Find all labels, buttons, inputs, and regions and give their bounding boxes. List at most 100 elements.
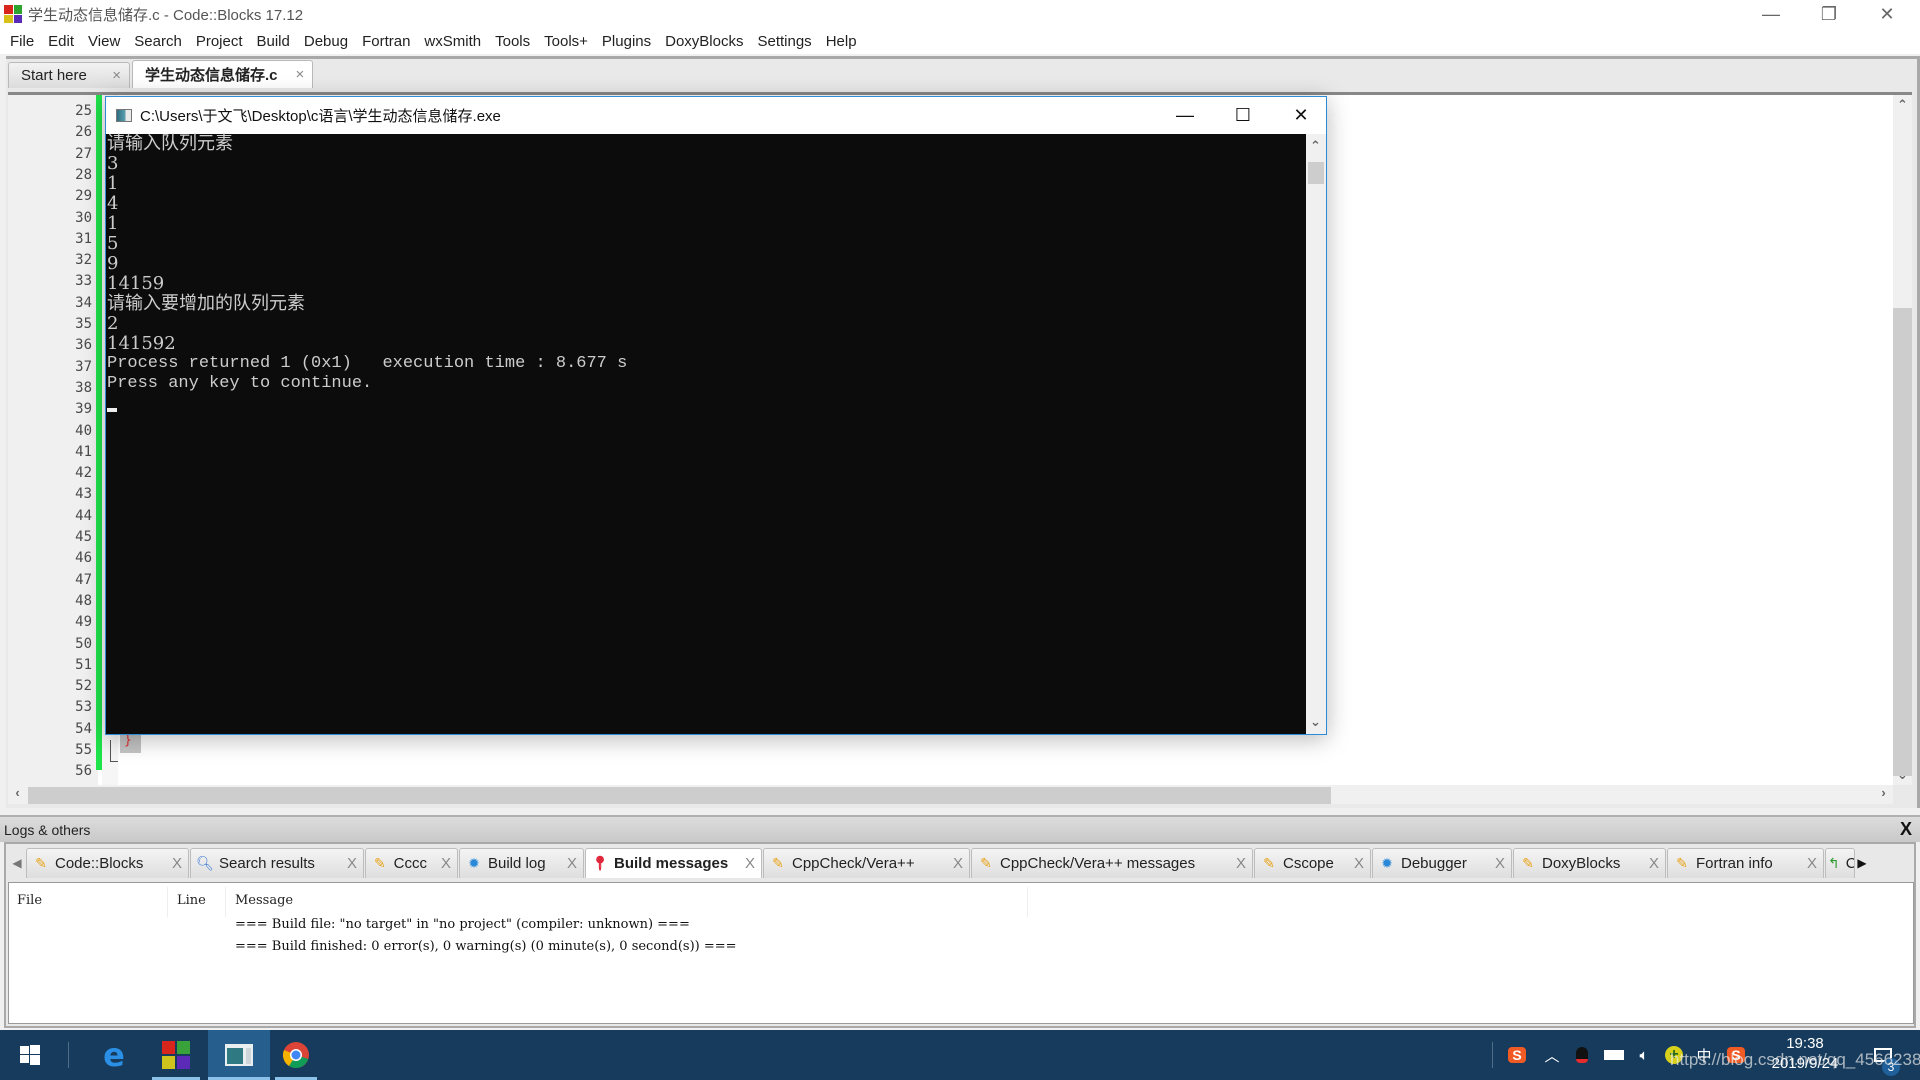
log-tab-search-results[interactable]: 🔍︎ Search results X bbox=[190, 848, 364, 878]
line-number[interactable]: 39 bbox=[75, 401, 92, 417]
taskbar-console[interactable] bbox=[208, 1030, 270, 1080]
line-number[interactable]: 27 bbox=[75, 146, 92, 162]
log-tab-fortran-info[interactable]: ✎ Fortran info X bbox=[1667, 848, 1824, 878]
tab-close-icon[interactable]: X bbox=[427, 855, 451, 872]
tabs-scroll-left-icon[interactable]: ◀ bbox=[8, 848, 26, 878]
line-number[interactable]: 36 bbox=[75, 337, 92, 353]
line-number[interactable]: 32 bbox=[75, 252, 92, 268]
log-tab-cppcheck[interactable]: ✎ CppCheck/Vera++ X bbox=[763, 848, 970, 878]
line-number[interactable]: 54 bbox=[75, 721, 92, 737]
volume-icon[interactable]: 🔈︎ bbox=[1632, 1042, 1656, 1068]
column-separator[interactable] bbox=[1027, 887, 1028, 917]
battery-icon[interactable] bbox=[1600, 1042, 1628, 1068]
tab-close-icon[interactable]: X bbox=[731, 855, 755, 872]
console-maximize-button[interactable]: ☐ bbox=[1214, 97, 1272, 134]
restore-button[interactable]: ❐ bbox=[1800, 0, 1858, 28]
log-tab-truncated[interactable]: ↰C bbox=[1825, 848, 1855, 878]
tab-close-icon[interactable]: X bbox=[939, 855, 963, 872]
taskbar-edge[interactable]: e bbox=[84, 1030, 144, 1080]
menu-settings[interactable]: Settings bbox=[751, 33, 819, 50]
column-header-line[interactable]: Line bbox=[177, 893, 206, 908]
console-scroll-thumb[interactable] bbox=[1308, 162, 1324, 184]
line-number[interactable]: 42 bbox=[75, 465, 92, 481]
menu-edit[interactable]: Edit bbox=[42, 33, 82, 50]
log-tab-cscope[interactable]: ✎ Cscope X bbox=[1254, 848, 1371, 878]
line-number[interactable]: 38 bbox=[75, 380, 92, 396]
minimize-button[interactable]: — bbox=[1742, 0, 1800, 28]
line-number[interactable]: 44 bbox=[75, 508, 92, 524]
line-number[interactable]: 47 bbox=[75, 572, 92, 588]
log-tab-debugger[interactable]: ✹ Debugger X bbox=[1372, 848, 1512, 878]
tab-close-icon[interactable]: X bbox=[553, 855, 577, 872]
sogou-ime-icon[interactable]: S bbox=[1505, 1042, 1529, 1068]
log-tab-cppcheck-messages[interactable]: ✎ CppCheck/Vera++ messages X bbox=[971, 848, 1253, 878]
menu-help[interactable]: Help bbox=[820, 33, 865, 50]
tab-close-icon[interactable]: X bbox=[1635, 855, 1659, 872]
console-close-button[interactable]: ✕ bbox=[1272, 97, 1330, 134]
menu-view[interactable]: View bbox=[82, 33, 128, 50]
console-output[interactable]: 请输入队列元素 3 1 4 1 5 9 14159 请输入要增加的队列元素 2 … bbox=[106, 134, 1306, 734]
line-number[interactable]: 43 bbox=[75, 486, 92, 502]
scroll-right-icon[interactable]: › bbox=[1874, 785, 1893, 800]
menu-search[interactable]: Search bbox=[128, 33, 190, 50]
line-number[interactable]: 55 bbox=[75, 742, 92, 758]
menu-doxyblocks[interactable]: DoxyBlocks bbox=[659, 33, 751, 50]
tab-close-icon[interactable]: X bbox=[1340, 855, 1364, 872]
line-number[interactable]: 41 bbox=[75, 444, 92, 460]
menu-wxsmith[interactable]: wxSmith bbox=[418, 33, 489, 50]
scroll-up-icon[interactable]: ⌃ bbox=[1893, 97, 1912, 113]
tab-close-icon[interactable]: X bbox=[158, 855, 182, 872]
scroll-up-icon[interactable]: ⌃ bbox=[1306, 138, 1325, 154]
log-tab-codeblocks[interactable]: ✎ Code::Blocks X bbox=[26, 848, 189, 878]
menu-build[interactable]: Build bbox=[251, 33, 298, 50]
tab-close-icon[interactable]: X bbox=[1793, 855, 1817, 872]
console-window[interactable]: C:\Users\于文飞\Desktop\c语言\学生动态信息储存.exe — … bbox=[105, 96, 1327, 735]
line-number[interactable]: 50 bbox=[75, 636, 92, 652]
tab-close-icon[interactable]: × bbox=[112, 67, 121, 84]
line-number[interactable]: 49 bbox=[75, 614, 92, 630]
editor-vertical-scroll-thumb[interactable] bbox=[1893, 308, 1912, 776]
menu-file[interactable]: File bbox=[4, 33, 42, 50]
menu-project[interactable]: Project bbox=[190, 33, 251, 50]
tab-start-here[interactable]: Start here × bbox=[8, 62, 130, 88]
line-number[interactable]: 35 bbox=[75, 316, 92, 332]
console-minimize-button[interactable]: — bbox=[1156, 97, 1214, 134]
line-number[interactable]: 56 bbox=[75, 763, 92, 779]
show-hidden-icons[interactable]: ︿ bbox=[1540, 1042, 1564, 1068]
line-number[interactable]: 45 bbox=[75, 529, 92, 545]
scroll-left-icon[interactable]: ‹ bbox=[8, 785, 27, 800]
table-row[interactable]: === Build finished: 0 error(s), 0 warnin… bbox=[235, 939, 737, 954]
menu-tools-plus[interactable]: Tools+ bbox=[538, 33, 596, 50]
line-number[interactable]: 31 bbox=[75, 231, 92, 247]
log-tab-build-log[interactable]: ✹ Build log X bbox=[459, 848, 584, 878]
tab-close-icon[interactable]: × bbox=[296, 66, 305, 83]
console-title-bar[interactable]: C:\Users\于文飞\Desktop\c语言\学生动态信息储存.exe — … bbox=[106, 97, 1326, 134]
scroll-down-icon[interactable]: ⌄ bbox=[1306, 714, 1325, 730]
tab-close-icon[interactable]: X bbox=[1222, 855, 1246, 872]
start-button[interactable] bbox=[0, 1030, 60, 1080]
line-number[interactable]: 40 bbox=[75, 423, 92, 439]
close-button[interactable]: ✕ bbox=[1858, 0, 1916, 28]
log-tab-build-messages[interactable]: 📍︎ Build messages X bbox=[585, 848, 762, 878]
editor-horizontal-scroll-thumb[interactable] bbox=[28, 787, 1331, 804]
column-header-file[interactable]: File bbox=[17, 893, 42, 908]
table-row[interactable]: === Build file: "no target" in "no proje… bbox=[235, 917, 690, 932]
tab-source-file[interactable]: 学生动态信息储存.c × bbox=[132, 60, 314, 88]
log-tab-doxyblocks[interactable]: ✎ DoxyBlocks X bbox=[1513, 848, 1666, 878]
line-number[interactable]: 51 bbox=[75, 657, 92, 673]
log-tab-cccc[interactable]: ✎ Cccc X bbox=[365, 848, 458, 878]
line-number[interactable]: 37 bbox=[75, 359, 92, 375]
line-number[interactable]: 34 bbox=[75, 295, 92, 311]
logs-close-icon[interactable]: X bbox=[1900, 819, 1912, 840]
taskbar-chrome[interactable] bbox=[275, 1030, 317, 1080]
line-number[interactable]: 46 bbox=[75, 550, 92, 566]
menu-tools[interactable]: Tools bbox=[489, 33, 538, 50]
menu-plugins[interactable]: Plugins bbox=[596, 33, 659, 50]
tab-close-icon[interactable]: X bbox=[333, 855, 357, 872]
console-scrollbar[interactable]: ⌃ ⌄ bbox=[1306, 134, 1326, 734]
column-separator[interactable] bbox=[225, 887, 226, 917]
menu-fortran[interactable]: Fortran bbox=[356, 33, 418, 50]
line-number[interactable]: 30 bbox=[75, 210, 92, 226]
line-number[interactable]: 25 bbox=[75, 103, 92, 119]
menu-debug[interactable]: Debug bbox=[298, 33, 356, 50]
